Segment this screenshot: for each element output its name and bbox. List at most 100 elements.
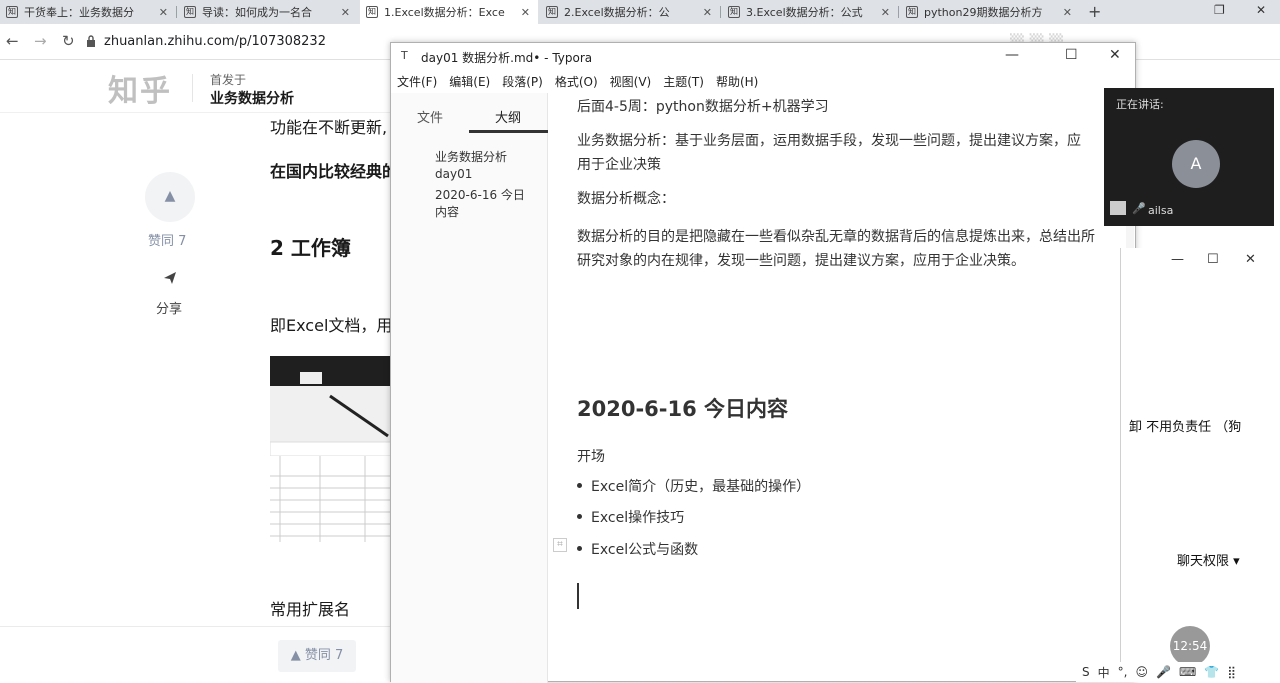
tab-active-underline	[469, 130, 548, 133]
typora-titlebar[interactable]: T day01 数据分析.md• - Typora — ☐ ✕	[391, 43, 1135, 71]
close-tab-icon[interactable]: ✕	[881, 6, 890, 19]
list-item: Excel简介（历史，最基础的操作）	[576, 476, 810, 496]
browser-tab[interactable]: 知 python29期数据分析方 ✕	[900, 0, 1080, 24]
upvote-count: 赞同 7	[148, 234, 187, 249]
outline-item[interactable]: 业务数据分析 day01	[435, 149, 525, 183]
chat-panel: — ☐ ✕ 卸 不用负责任 （狗 聊天权限 ▾ 送(S)	[1120, 248, 1270, 682]
menu-file[interactable]: 文件(F)	[397, 71, 437, 93]
share-label[interactable]: 分享	[156, 298, 182, 317]
paragraph: 业务数据分析：基于业务层面，运用数据手段，发现一些问题，提出建议方案，应用于企业…	[577, 133, 1081, 173]
zhihu-favicon-icon: 知	[184, 6, 196, 18]
close-tab-icon[interactable]: ✕	[521, 6, 530, 19]
heading-h2: 2020-6-16 今日内容	[577, 397, 789, 421]
zhihu-favicon-icon: 知	[546, 6, 558, 18]
avatar: A	[1172, 140, 1220, 188]
published-in-label: 首发于	[210, 73, 247, 87]
close-tab-icon[interactable]: ✕	[703, 6, 712, 19]
tab-outline[interactable]: 大纲	[495, 107, 521, 126]
text-caret	[577, 583, 579, 609]
close-tab-icon[interactable]: ✕	[1063, 6, 1072, 19]
zhihu-favicon-icon: 知	[728, 6, 740, 18]
upvote-button[interactable]: ▲	[145, 172, 195, 222]
article-heading: 2 工作簿	[270, 236, 351, 260]
zhihu-favicon-icon: 知	[6, 6, 18, 18]
speaking-label: 正在讲话:	[1116, 98, 1164, 111]
tab-label: 干货奉上：业务数据分	[24, 6, 134, 19]
keyboard-icon[interactable]: ⌨	[1179, 665, 1196, 679]
block-handle-icon[interactable]: ⌗	[553, 538, 567, 552]
article-text-line: 在国内比较经典的	[270, 162, 399, 181]
header-divider	[192, 74, 193, 102]
speaker-name: ailsa	[1148, 204, 1174, 217]
browser-tab-strip: 知 干货奉上：业务数据分 ✕ 知 导读：如何成为一名合 ✕ 知 1.Excel数…	[0, 0, 1280, 24]
close-icon[interactable]: ✕	[1245, 252, 1256, 267]
tab-label: 导读：如何成为一名合	[202, 6, 312, 19]
browser-tab[interactable]: 知 干货奉上：业务数据分 ✕	[0, 0, 176, 24]
chat-permission-dropdown[interactable]: 聊天权限 ▾	[1177, 550, 1240, 569]
menu-view[interactable]: 视图(V)	[610, 71, 652, 93]
paragraph: 数据分析的目的是把隐藏在一些看似杂乱无章的数据背后的信息提炼出来，总结出所研究对…	[577, 229, 1095, 269]
punctuation-icon[interactable]: °,	[1118, 665, 1128, 679]
header-line	[0, 112, 390, 113]
ime-icon[interactable]: S	[1082, 665, 1090, 679]
browser-tab-active[interactable]: 知 1.Excel数据分析：Exce ✕	[360, 0, 538, 24]
menu-theme[interactable]: 主题(T)	[663, 71, 704, 93]
meeting-speaker-panel: 正在讲话: A 🎤 ailsa	[1104, 88, 1274, 226]
back-arrow-icon[interactable]: ←	[6, 32, 19, 50]
window-title: day01 数据分析.md• - Typora	[421, 51, 593, 65]
close-tab-icon[interactable]: ✕	[159, 6, 168, 19]
close-icon[interactable]: ✕	[1109, 47, 1121, 63]
menu-grid-icon[interactable]: ⣿	[1227, 665, 1236, 679]
clock-overlay: 12:54	[1170, 626, 1210, 666]
tab-files[interactable]: 文件	[417, 107, 443, 126]
menu-format[interactable]: 格式(O)	[555, 71, 598, 93]
new-tab-icon[interactable]: +	[1088, 2, 1101, 21]
zhihu-logo[interactable]: 知乎	[108, 66, 172, 110]
tab-label: 3.Excel数据分析：公式	[746, 6, 863, 19]
emoji-icon[interactable]: ☺	[1135, 665, 1148, 679]
tab-label: 1.Excel数据分析：Exce	[384, 6, 505, 19]
ime-chinese-icon[interactable]: 中	[1098, 664, 1110, 681]
close-window-icon[interactable]: ✕	[1256, 3, 1266, 17]
typora-app-icon: T	[401, 49, 408, 62]
close-tab-icon[interactable]: ✕	[341, 6, 350, 19]
browser-tab[interactable]: 知 3.Excel数据分析：公式 ✕	[722, 0, 898, 24]
excel-screenshot-image	[270, 356, 392, 542]
paragraph: 开场	[577, 449, 605, 465]
column-name-link[interactable]: 业务数据分析	[210, 88, 294, 108]
bottom-upvote-button[interactable]: ▲ 赞同 7	[278, 640, 356, 672]
zhihu-favicon-icon: 知	[366, 6, 378, 18]
browser-tab[interactable]: 知 导读：如何成为一名合 ✕	[178, 0, 358, 24]
minimize-icon[interactable]: —	[1005, 47, 1019, 63]
menu-paragraph[interactable]: 段落(P)	[502, 71, 543, 93]
sidebar: 文件 大纲 业务数据分析 day01 2020-6-16 今日内容	[391, 93, 548, 683]
skin-icon[interactable]: 👕	[1204, 665, 1219, 679]
reload-icon[interactable]: ↻	[62, 32, 75, 50]
maximize-icon[interactable]: ☐	[1207, 252, 1219, 267]
microphone-icon: 🎤	[1132, 202, 1146, 215]
restore-window-icon[interactable]: ❐	[1214, 3, 1225, 17]
list-item: Excel操作技巧	[576, 507, 684, 527]
tab-label: python29期数据分析方	[924, 6, 1043, 19]
url-field[interactable]: zhuanlan.zhihu.com/p/107308232	[104, 34, 326, 49]
menu-bar: 文件(F) 编辑(E) 段落(P) 格式(O) 视图(V) 主题(T) 帮助(H…	[391, 71, 1135, 93]
system-tray: S 中 °, ☺ 🎤 ⌨ 👕 ⣿	[1076, 662, 1280, 682]
typora-window: T day01 数据分析.md• - Typora — ☐ ✕ 文件(F) 编辑…	[390, 42, 1136, 683]
paragraph: 数据分析概念：	[577, 191, 675, 207]
share-icon[interactable]	[162, 270, 178, 286]
upvote-triangle-icon: ▲	[164, 188, 176, 204]
maximize-icon[interactable]: ☐	[1065, 47, 1078, 63]
tab-label: 2.Excel数据分析：公	[564, 6, 670, 19]
chat-message: 卸 不用负责任 （狗	[1129, 420, 1242, 435]
forward-arrow-icon[interactable]: →	[34, 32, 47, 50]
outline-item[interactable]: 2020-6-16 今日内容	[435, 187, 531, 221]
lock-icon	[87, 35, 95, 47]
minimize-icon[interactable]: —	[1171, 252, 1184, 267]
menu-edit[interactable]: 编辑(E)	[449, 71, 490, 93]
menu-help[interactable]: 帮助(H)	[716, 71, 758, 93]
microphone-icon[interactable]: 🎤	[1156, 665, 1171, 679]
article-text-line: 功能在不断更新,	[270, 118, 388, 137]
browser-tab[interactable]: 知 2.Excel数据分析：公 ✕	[540, 0, 720, 24]
camera-icon	[1110, 201, 1126, 215]
paragraph: 后面4-5周：python数据分析+机器学习	[577, 99, 829, 115]
